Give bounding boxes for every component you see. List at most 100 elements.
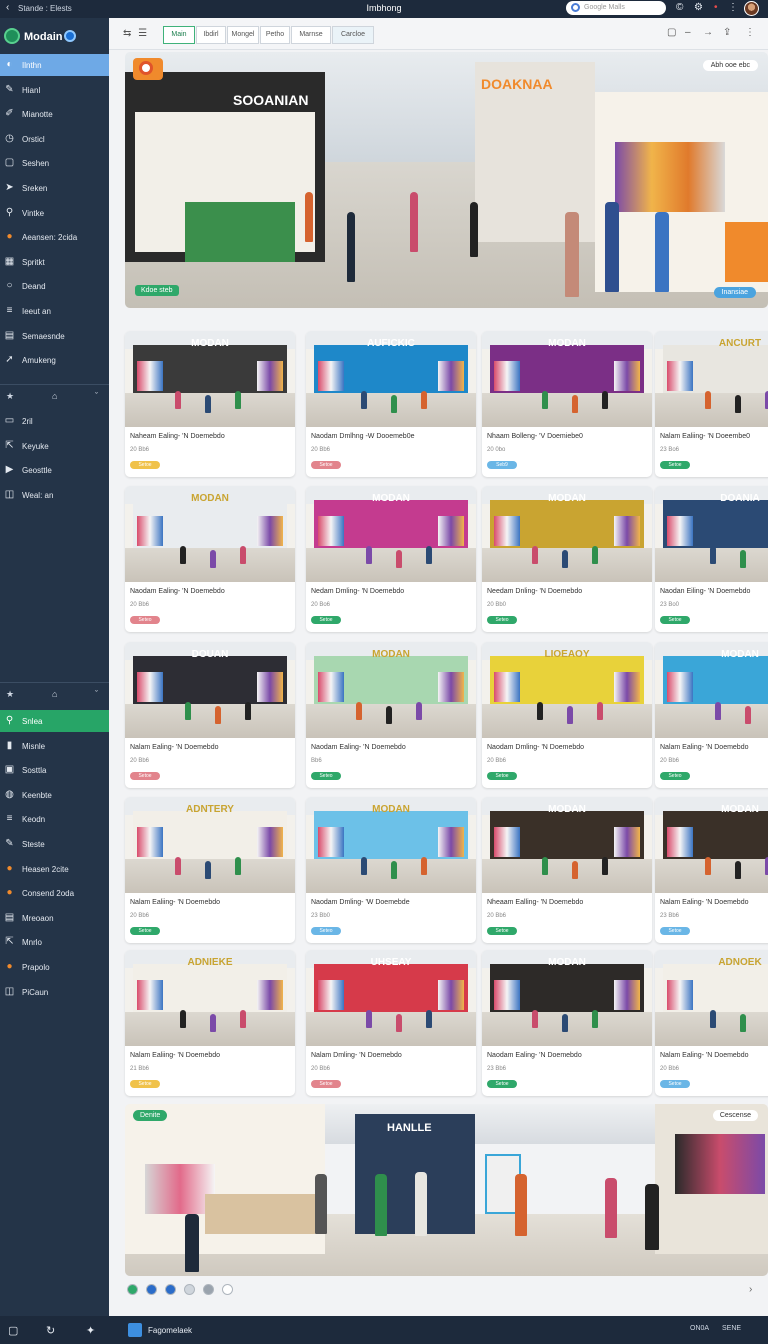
sidebar-item-geosttle[interactable]: ▶ Geosttle <box>0 459 109 481</box>
copyright-icon[interactable]: © <box>676 2 683 13</box>
status-badge[interactable]: Setoe <box>311 1080 341 1088</box>
sidebar-item-aeansen-2cida[interactable]: ● Aeansen: 2cida <box>0 226 109 248</box>
store-card[interactable]: ADNIEKE Nalam Ealiing- 'N Doemebdo 21 Bb6 S… <box>125 950 295 1096</box>
app-name[interactable]: Fagomelaek <box>148 1326 192 1335</box>
pager-dot[interactable] <box>127 1284 138 1295</box>
status-badge[interactable]: Setoe <box>311 616 341 624</box>
store-card[interactable]: MODAN Naodam Ealing- 'N Doemebdo 20 Bb6 Set… <box>125 486 295 632</box>
notification-dot-icon[interactable]: • <box>714 2 718 13</box>
store-card[interactable]: MODAN Nalam Ealing- 'N Doemebdo 23 Bb6 Seto… <box>655 797 768 943</box>
chevron-icon[interactable]: ˇ <box>95 391 98 401</box>
status-badge[interactable]: Setoe <box>660 1080 690 1088</box>
hero-pill-top-right[interactable]: Abh ooe ebc <box>702 60 758 71</box>
more-icon[interactable]: ⋮ <box>745 27 755 38</box>
sidebar-item-ilnthn[interactable]: ◐ Ilnthn <box>0 54 109 76</box>
store-card[interactable]: UHSEAY Nalam Dmling- 'N Doemebdo 20 Bb6 Set… <box>306 950 476 1096</box>
sidebar-item-deand[interactable]: ○ Deand <box>0 275 109 297</box>
hero-image[interactable]: SOOANIAN DOAKNAA Abh ooe ebc Kdoe steb I… <box>125 52 768 308</box>
sidebar-item-heasen-2cite[interactable]: ● Heasen 2cite <box>0 858 109 880</box>
banner-pill-left[interactable]: Denite <box>133 1110 168 1121</box>
hero-pill-bottom-right[interactable]: Inansiae <box>713 287 756 298</box>
store-card[interactable]: DOUAN Nalam Ealing- 'N Doemebdo 20 Bb6 Seto… <box>125 642 295 788</box>
store-card[interactable]: ADNTERY Nalam Ealiing- 'N Doemebdo 20 Bb6 S… <box>125 797 295 943</box>
status-badge[interactable]: Seteo <box>311 772 341 780</box>
sidebar-item-amukeng[interactable]: ➚ Amukeng <box>0 349 109 371</box>
pager-dot[interactable] <box>203 1284 214 1295</box>
hero-pill-bottom-left[interactable]: Kdoe steb <box>135 285 179 296</box>
sidebar-item-keyuke[interactable]: ⇱ Keyuke <box>0 435 109 457</box>
sidebar-item-keenbte[interactable]: ◍ Keenbte <box>0 784 109 806</box>
sidebar-item-orsticl[interactable]: ◷ Orsticl <box>0 128 109 150</box>
pager-dot[interactable] <box>222 1284 233 1295</box>
star-icon[interactable]: ★ <box>6 391 14 402</box>
sidebar-item-spritkt[interactable]: ▦ Spritkt <box>0 251 109 273</box>
store-card[interactable]: ANCURT Nalam Ealiing- 'N Doeembe0 23 Bo6 Se… <box>655 331 768 477</box>
sidebar-item-sosttla[interactable]: ▣ Sosttla <box>0 759 109 781</box>
status-badge[interactable]: Setoe <box>487 927 517 935</box>
sidebar-item-weal-an[interactable]: ◫ Weal: an <box>0 484 109 506</box>
sidebar-item-snlea[interactable]: ⚲ Snlea <box>0 710 109 732</box>
tab-ibdirl[interactable]: Ibdirl <box>196 26 226 44</box>
status-badge[interactable]: Seteo <box>660 772 690 780</box>
store-card[interactable]: MODAN Naodam Ealing- 'N Doemebdo Bb6 Seteo <box>306 642 476 788</box>
app-icon[interactable] <box>128 1323 142 1337</box>
store-card[interactable]: MODAN Nalam Ealing- 'N Doemebdo 20 Bb6 Sete… <box>655 642 768 788</box>
brand[interactable]: Modain <box>4 28 104 46</box>
sidebar-item-vintke[interactable]: ⚲ Vintke <box>0 202 109 224</box>
status-badge[interactable]: Seteo <box>130 616 160 624</box>
pager-dot[interactable] <box>146 1284 157 1295</box>
store-card[interactable]: MODAN Nheaam Ealling- 'N Doemebdo 20 Bb6 Se… <box>482 797 652 943</box>
status-badge[interactable]: Setoe <box>487 772 517 780</box>
sidebar-item-prapolo[interactable]: ● Prapolo <box>0 956 109 978</box>
sidebar-item-mnrlo[interactable]: ⇱ Mnrlo <box>0 931 109 953</box>
chevron-icon[interactable]: ˇ <box>95 689 98 699</box>
store-card[interactable]: AUFICKIC Naodam Dmlhng -W Dooemeb0e 20 Bb6… <box>306 331 476 477</box>
refresh-icon[interactable]: ↻ <box>46 1324 55 1337</box>
sidebar-item-consend-2oda[interactable]: ● Consend 2oda <box>0 882 109 904</box>
avatar[interactable] <box>744 1 759 16</box>
sidebar-item-keodn[interactable]: ≡ Keodn <box>0 808 109 830</box>
status-badge[interactable]: Setoe <box>660 927 690 935</box>
status-badge[interactable]: Setoe <box>660 616 690 624</box>
sidebar-item-mianotte[interactable]: ✐ Mianotte <box>0 103 109 125</box>
store-card[interactable]: DOANIA Naodan Eiling- 'N Doemebdo 23 Bo0 Se… <box>655 486 768 632</box>
status-badge[interactable]: Setoe <box>130 927 160 935</box>
collapse-icon[interactable]: ⇆ <box>123 28 131 39</box>
status-badge[interactable]: Setoe <box>311 461 341 469</box>
status-badge[interactable]: Seteo <box>311 927 341 935</box>
status-badge[interactable]: Seteo <box>487 616 517 624</box>
pager-dot[interactable] <box>184 1284 195 1295</box>
status-badge[interactable]: Setoe <box>130 1080 160 1088</box>
window-icon[interactable]: ▢ <box>8 1324 18 1337</box>
tab-mongel[interactable]: Mongel <box>227 26 259 44</box>
tab-marnse[interactable]: Marnse <box>291 26 331 44</box>
status-badge[interactable]: Setoe <box>130 461 160 469</box>
home-icon[interactable]: ⌂ <box>52 689 57 699</box>
window-icon[interactable]: ▢ <box>667 27 676 38</box>
status-badge[interactable]: Setoe <box>130 772 160 780</box>
status-badge[interactable]: Setoe <box>660 461 690 469</box>
star-icon[interactable]: ★ <box>6 689 14 700</box>
store-card[interactable]: ADNOEK Nalam Ealing- 'N Doemebdo 20 Bb6 Set… <box>655 950 768 1096</box>
menu-icon[interactable]: ☰ <box>138 28 147 39</box>
banner-pill-right[interactable]: Cescense <box>712 1110 758 1121</box>
bird-icon[interactable]: ✦ <box>86 1324 95 1337</box>
sidebar-item-hianl[interactable]: ✎ Hianl <box>0 79 109 101</box>
sidebar-item-semaesnde[interactable]: ▤ Semaesnde <box>0 325 109 347</box>
sidebar-item-seshen[interactable]: ▢ Seshen <box>0 152 109 174</box>
store-card[interactable]: MODAN Nedam Dmling- 'N Doemebdo 20 Bo6 Seto… <box>306 486 476 632</box>
tab-petho[interactable]: Petho <box>260 26 290 44</box>
tab-carcloe[interactable]: Carcloe <box>332 26 374 44</box>
sidebar-item-sreken[interactable]: ➤ Sreken <box>0 177 109 199</box>
store-card[interactable]: MODAN Nhaam Bolleng- 'V Doemiebe0 20 0bo Se… <box>482 331 652 477</box>
banner-image[interactable]: HANLLE Denite Cescense <box>125 1104 768 1276</box>
sidebar-item-misnle[interactable]: ▮ Misnle <box>0 735 109 757</box>
share-icon[interactable]: ⇪ <box>723 27 731 38</box>
search-input[interactable]: Google Malls <box>566 1 666 15</box>
store-card[interactable]: MODAN Naheam Ealing- 'N Doemebdo 20 Bb6 Set… <box>125 331 295 477</box>
sidebar-item-picaun[interactable]: ◫ PiCaun <box>0 981 109 1003</box>
tab-main[interactable]: Main <box>163 26 195 44</box>
minimize-icon[interactable]: – <box>685 27 691 38</box>
status-badge[interactable]: Setoe <box>487 1080 517 1088</box>
sidebar-item-steste[interactable]: ✎ Steste <box>0 833 109 855</box>
